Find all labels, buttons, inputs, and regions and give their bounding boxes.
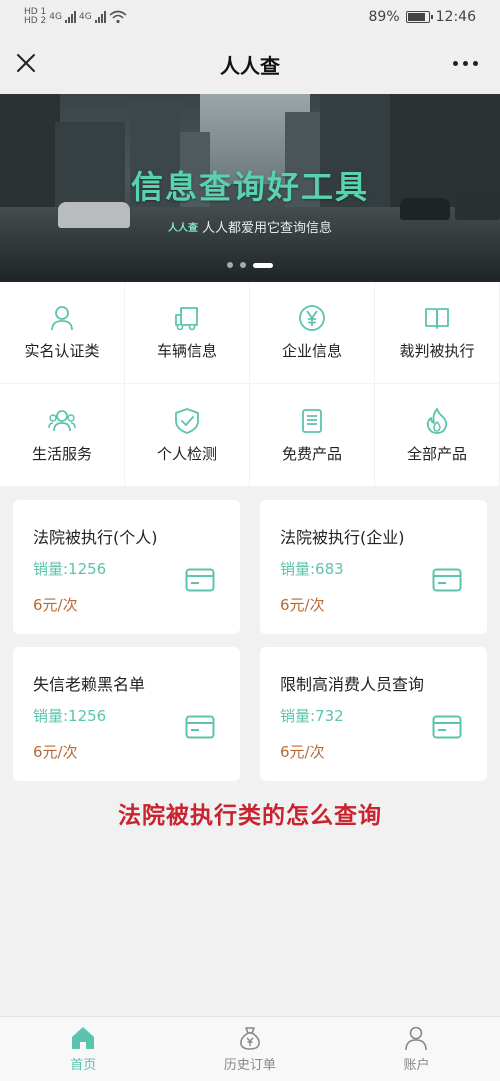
product-price: 6元/次 [33, 596, 78, 614]
category-label: 车辆信息 [156, 342, 217, 360]
signal2-icon [94, 11, 106, 23]
category-judgment[interactable]: 裁判被执行 [375, 282, 500, 384]
battery-icon [405, 11, 433, 23]
document-icon [302, 408, 322, 433]
nav-bar: 人人查 [0, 34, 500, 94]
category-label: 裁判被执行 [399, 342, 475, 360]
card-icon [185, 715, 215, 739]
product-sales: 销量:1256 [33, 560, 107, 578]
tab-label: 账户 [403, 1058, 430, 1073]
carousel-dot-active[interactable] [253, 262, 273, 268]
category-all-products[interactable]: 全部产品 [375, 384, 500, 487]
bottom-tab-bar: 首页 历史订单 账户 [0, 1016, 500, 1081]
product-price: 6元/次 [280, 596, 325, 614]
tab-order-history[interactable]: 历史订单 [167, 1017, 334, 1081]
product-sales: 销量:683 [280, 560, 344, 578]
product-card-court-personal[interactable]: 法院被执行(个人) 销量:1256 6元/次 [13, 500, 240, 634]
network2-label: 4G [79, 12, 92, 22]
card-icon [432, 715, 462, 739]
yen-icon [299, 305, 325, 331]
product-price: 6元/次 [33, 743, 78, 761]
banner-carousel[interactable]: 信息查询好工具 人人查 人人都爱用它查询信息 [0, 94, 500, 282]
tab-label: 首页 [70, 1058, 97, 1073]
product-card-high-consumption[interactable]: 限制高消费人员查询 销量:732 6元/次 [260, 647, 487, 781]
clock: 12:46 [435, 9, 476, 25]
money-bag-icon [239, 1027, 260, 1050]
shield-check-icon [175, 407, 199, 434]
video-caption: 法院被执行类的怎么查询 [118, 803, 382, 829]
more-icon[interactable] [453, 61, 478, 66]
banner-subtitle-row: 人人查 人人都爱用它查询信息 [0, 217, 500, 236]
card-icon [185, 568, 215, 592]
category-grid: 实名认证类 车辆信息 企业信息 裁判被执行 生活服务 个人检测 免费产品 全部产… [0, 282, 500, 487]
category-label: 企业信息 [281, 342, 342, 360]
tab-label: 历史订单 [223, 1058, 276, 1073]
category-label: 个人检测 [156, 444, 217, 463]
product-card-blacklist[interactable]: 失信老赖黑名单 销量:1256 6元/次 [13, 647, 240, 781]
product-price: 6元/次 [280, 743, 325, 761]
category-enterprise[interactable]: 企业信息 [250, 282, 375, 384]
home-icon [72, 1027, 95, 1049]
product-title: 限制高消费人员查询 [280, 675, 425, 694]
banner-title: 信息查询好工具 [130, 168, 369, 206]
category-label: 全部产品 [406, 444, 467, 463]
card-icon [432, 568, 462, 592]
close-icon[interactable] [14, 51, 38, 75]
product-sales: 销量:1256 [33, 707, 107, 725]
category-free-products[interactable]: 免费产品 [250, 384, 375, 487]
people-icon [48, 409, 76, 431]
flame-icon [426, 407, 448, 434]
category-personal-check[interactable]: 个人检测 [125, 384, 250, 487]
truck-icon [175, 307, 198, 331]
category-label: 生活服务 [31, 444, 92, 463]
network-indicators: HD 1 HD 2 4G 4G [24, 8, 127, 26]
page-title: 人人查 [220, 53, 280, 78]
network1-label: 4G [49, 12, 62, 22]
product-title: 法院被执行(个人) [33, 528, 158, 547]
tab-home[interactable]: 首页 [0, 1017, 167, 1081]
category-label: 免费产品 [281, 444, 342, 463]
signal1-icon [65, 11, 76, 23]
category-vehicle[interactable]: 车辆信息 [125, 282, 250, 384]
user-icon [405, 1026, 428, 1051]
carousel-indicator[interactable] [0, 262, 500, 268]
category-label: 实名认证类 [24, 342, 100, 360]
status-bar: HD 1 HD 2 4G 4G 89% 12:46 [0, 0, 500, 34]
wifi-icon [109, 10, 127, 24]
category-life-services[interactable]: 生活服务 [0, 384, 125, 487]
banner-logo: 人人查 [167, 223, 198, 234]
battery-percent: 89% [368, 9, 400, 25]
person-icon [51, 306, 73, 331]
carousel-dot[interactable] [227, 262, 233, 268]
carousel-dot[interactable] [240, 262, 246, 268]
product-sales: 销量:732 [280, 707, 344, 725]
category-identity[interactable]: 实名认证类 [0, 282, 125, 384]
book-icon [425, 308, 449, 329]
sim2-label: HD 2 [24, 16, 47, 26]
tab-account[interactable]: 账户 [333, 1017, 500, 1081]
product-title: 法院被执行(企业) [280, 528, 405, 547]
product-card-court-enterprise[interactable]: 法院被执行(企业) 销量:683 6元/次 [260, 500, 487, 634]
banner-subtitle: 人人都爱用它查询信息 [201, 221, 332, 236]
product-title: 失信老赖黑名单 [33, 675, 146, 694]
